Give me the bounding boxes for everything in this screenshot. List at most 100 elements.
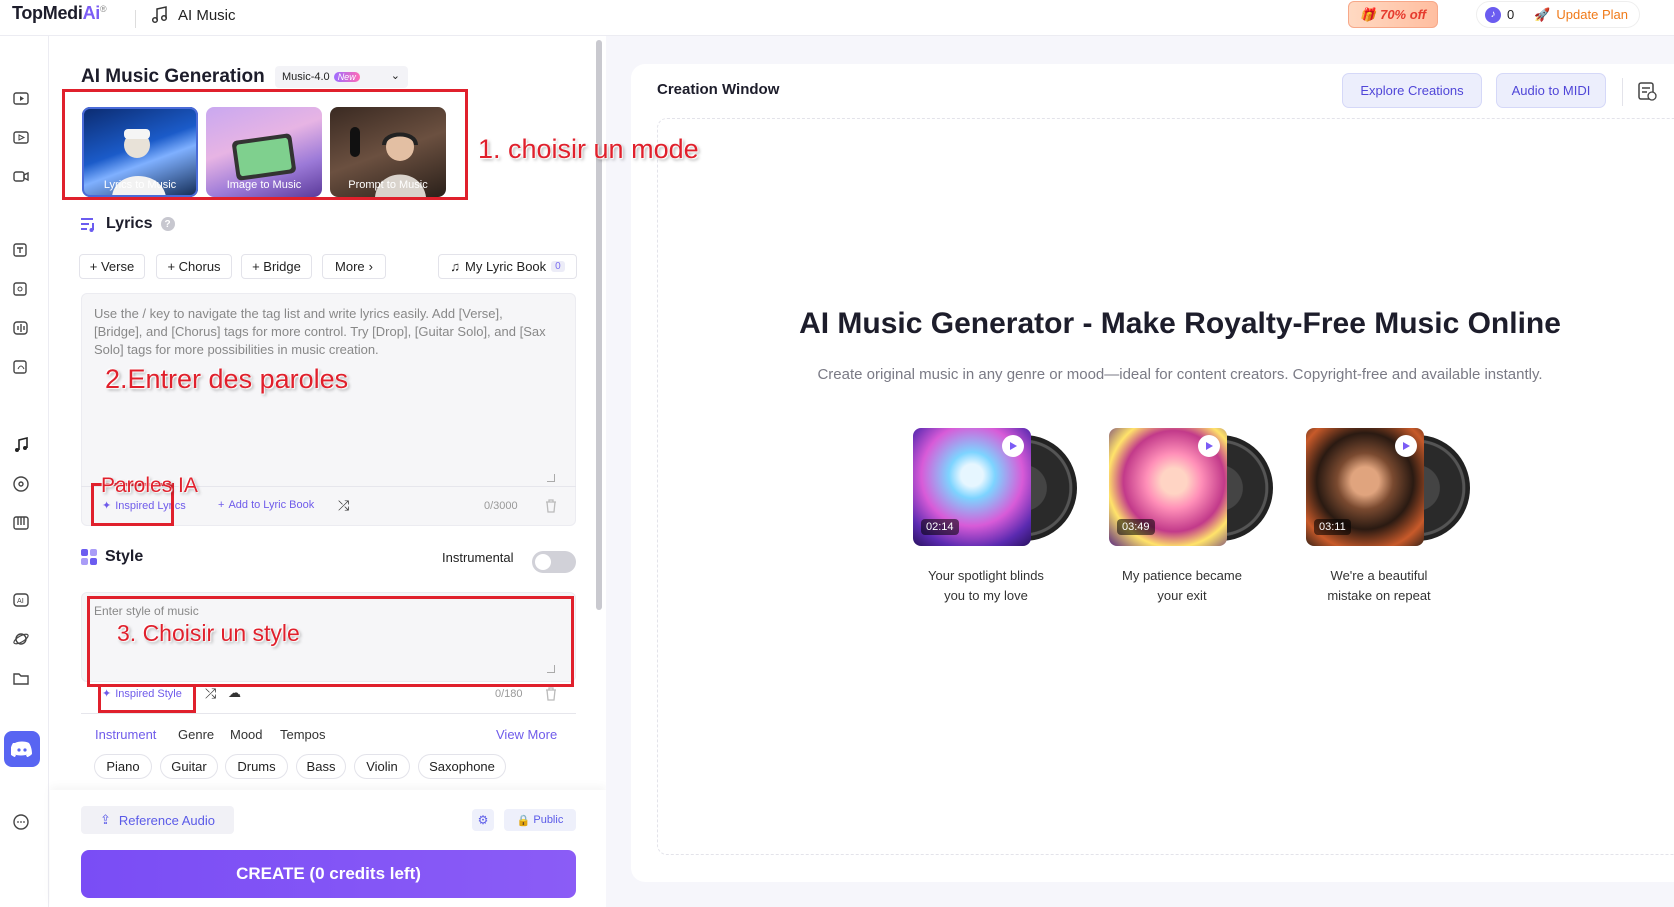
music-icon[interactable] — [10, 434, 32, 456]
style-counter: 0/180 — [495, 688, 523, 700]
video-play-icon[interactable] — [10, 126, 32, 148]
logo-text: TopMedi — [12, 3, 83, 23]
tab-genre[interactable]: Genre — [178, 727, 214, 742]
chip-piano[interactable]: Piano — [94, 754, 152, 779]
song-caption: Your spotlight blinds you to my love — [896, 566, 1076, 606]
caption-line: your exit — [1157, 588, 1207, 603]
tab-instrument[interactable]: Instrument — [95, 727, 156, 742]
annotation-choose-style: 3. Choisir un style — [117, 620, 300, 646]
audio-to-midi-button[interactable]: Audio to MIDI — [1496, 73, 1606, 108]
help-icon[interactable]: ? — [160, 217, 175, 231]
more-tags-button[interactable]: More › — [322, 254, 386, 279]
logo-reg: ® — [99, 4, 107, 14]
speech-icon[interactable] — [10, 278, 32, 300]
song-duration: 02:14 — [921, 519, 959, 535]
chip-guitar[interactable]: Guitar — [160, 754, 218, 779]
lyric-book-label: My Lyric Book — [465, 259, 547, 274]
lyrics-section-title: Lyrics ? — [80, 215, 175, 233]
shuffle-icon[interactable]: ⤮ — [338, 497, 349, 514]
ai-icon[interactable]: AI — [10, 589, 32, 611]
caption-line: you to my love — [944, 588, 1028, 603]
logo[interactable]: TopMediAi® — [12, 3, 107, 24]
disc-icon[interactable] — [10, 473, 32, 495]
tab-tempos[interactable]: Tempos — [280, 727, 326, 742]
tab-mood[interactable]: Mood — [230, 727, 263, 742]
update-plan-button[interactable]: Update Plan — [1556, 7, 1628, 22]
annotation-box-modes — [62, 89, 468, 200]
instrumental-toggle[interactable] — [532, 551, 576, 573]
caption-line: mistake on repeat — [1327, 588, 1431, 603]
chip-bass[interactable]: Bass — [296, 754, 346, 779]
credits-pill[interactable]: ♪ 0 🚀 Update Plan — [1476, 1, 1640, 28]
left-rail: AI — [0, 36, 49, 907]
shuffle-icon[interactable]: ⤮ — [205, 685, 216, 702]
divider — [1622, 78, 1623, 106]
scrollbar[interactable] — [596, 40, 602, 610]
task-list-icon[interactable] — [1636, 80, 1658, 102]
piano-icon[interactable] — [10, 512, 32, 534]
song-caption: We're a beautiful mistake on repeat — [1289, 566, 1469, 606]
lyric-book-count: 0 — [551, 261, 565, 272]
chevron-down-icon: ⌄ — [390, 70, 400, 82]
chat-icon[interactable] — [10, 811, 32, 833]
public-label: Public — [533, 814, 564, 826]
trash-icon[interactable] — [543, 686, 559, 702]
my-lyric-book-button[interactable]: ♫ My Lyric Book 0 — [438, 254, 577, 279]
text-image-icon[interactable] — [10, 239, 32, 261]
play-icon[interactable] — [1395, 435, 1417, 457]
chip-violin[interactable]: Violin — [354, 754, 410, 779]
video-camera-icon[interactable] — [10, 165, 32, 187]
discord-icon[interactable] — [4, 731, 40, 767]
gear-icon[interactable]: ⚙ — [472, 809, 494, 831]
create-button[interactable]: CREATE (0 credits left) — [81, 850, 576, 898]
play-icon[interactable] — [1198, 435, 1220, 457]
style-title: Style — [105, 548, 144, 565]
add-bridge-button[interactable]: + Bridge — [241, 254, 312, 279]
caption-line: My patience became — [1122, 568, 1242, 583]
reference-audio-label: Reference Audio — [118, 812, 216, 828]
add-to-lyric-book-button[interactable]: + Add to Lyric Book — [218, 499, 314, 511]
trash-icon[interactable] — [543, 498, 559, 514]
model-select[interactable]: Music-4.0 New ⌄ — [275, 66, 408, 88]
chip-saxophone[interactable]: Saxophone — [418, 754, 506, 779]
voice-changer-icon[interactable] — [10, 356, 32, 378]
cloud-lock-icon[interactable]: ☁ — [228, 685, 241, 701]
promo-text: 70% off — [1380, 7, 1427, 22]
plus-icon: + — [218, 499, 225, 511]
promo-badge[interactable]: 🎁 70% off — [1348, 1, 1438, 28]
planet-icon[interactable] — [10, 628, 32, 650]
lyrics-icon — [81, 218, 94, 232]
chevron-right-icon: › — [368, 259, 373, 274]
chip-drums[interactable]: Drums — [225, 754, 288, 779]
lyrics-title: Lyrics — [106, 215, 153, 232]
divider — [135, 10, 136, 28]
song-duration: 03:49 — [1117, 519, 1155, 535]
caption-line: We're a beautiful — [1330, 568, 1428, 583]
caption-line: Your spotlight blinds — [928, 568, 1044, 583]
video-icon[interactable] — [10, 87, 32, 109]
lyrics-placeholder: Use the / key to navigate the tag list a… — [94, 306, 546, 357]
add-book-label: Add to Lyric Book — [228, 499, 315, 511]
annotation-box-inspired-style — [98, 684, 196, 713]
lyrics-counter: 0/3000 — [484, 500, 518, 512]
style-section-title: Style — [81, 548, 143, 566]
top-bar: TopMediAi® AI Music 🎁 70% off ♪ 0 🚀 Updat… — [0, 0, 1674, 36]
play-icon[interactable] — [1002, 435, 1024, 457]
resize-handle[interactable] — [547, 474, 555, 482]
annotation-enter-lyrics: 2.Entrer des paroles — [105, 364, 349, 394]
add-verse-button[interactable]: + Verse — [79, 254, 145, 279]
creation-window-title: Creation Window — [657, 81, 780, 98]
page-title: AI Music Generation — [81, 66, 265, 87]
reference-audio-button[interactable]: ⇪ Reference Audio — [81, 806, 234, 834]
annotation-choose-mode: 1. choisir un mode — [478, 134, 699, 164]
svg-text:AI: AI — [17, 597, 24, 605]
public-button[interactable]: 🔒 Public — [504, 809, 576, 831]
add-chorus-button[interactable]: + Chorus — [156, 254, 232, 279]
rocket-icon: 🚀 — [1534, 6, 1551, 22]
folder-icon[interactable] — [10, 667, 32, 689]
view-more-link[interactable]: View More — [496, 727, 557, 742]
model-name: Music-4.0 — [282, 71, 330, 83]
more-label: More — [335, 259, 365, 274]
voice-icon[interactable] — [10, 317, 32, 339]
explore-creations-button[interactable]: Explore Creations — [1342, 73, 1482, 108]
